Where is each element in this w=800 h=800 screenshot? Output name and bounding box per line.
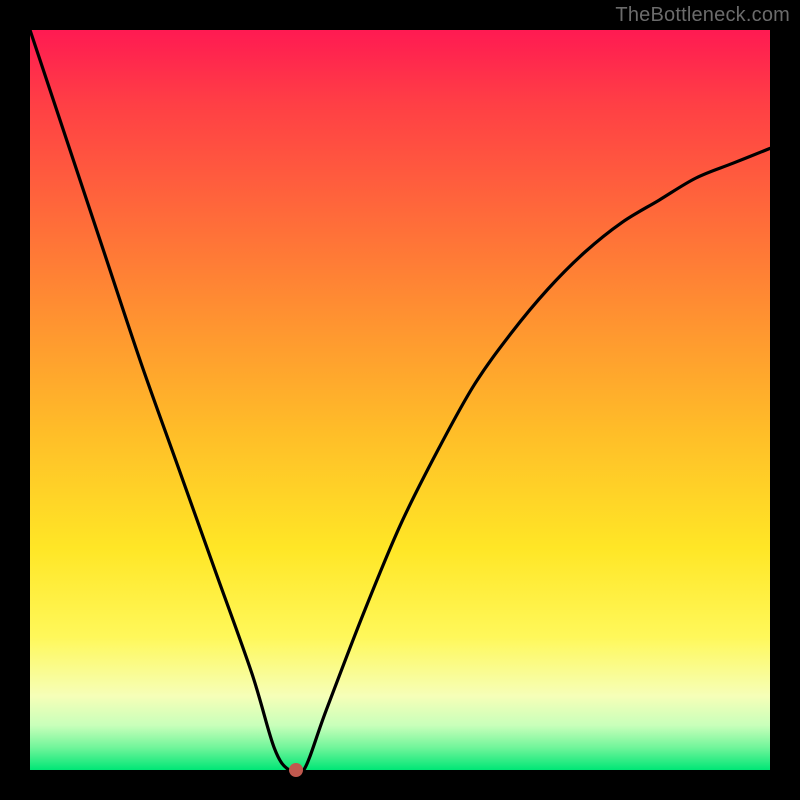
watermark-text: TheBottleneck.com bbox=[615, 4, 790, 27]
curve-path bbox=[30, 30, 770, 770]
chart-frame: TheBottleneck.com bbox=[0, 0, 800, 800]
bottleneck-curve bbox=[30, 30, 770, 770]
plot-area bbox=[30, 30, 770, 770]
minimum-marker-dot bbox=[289, 763, 303, 777]
